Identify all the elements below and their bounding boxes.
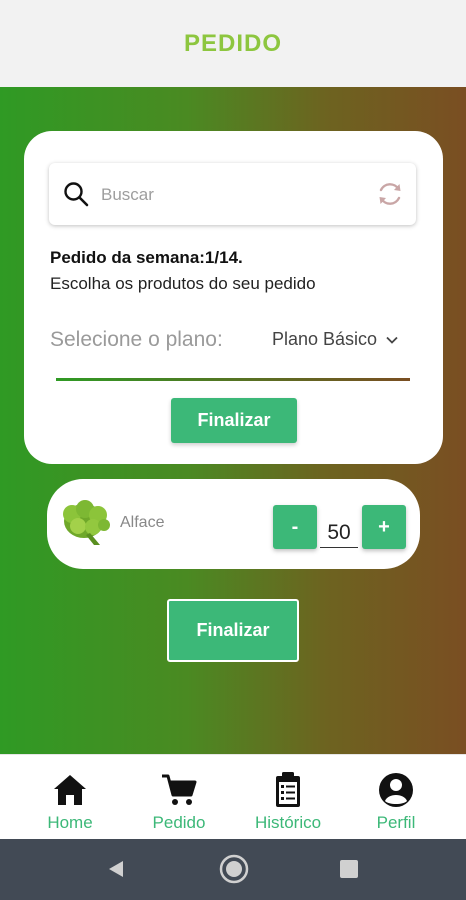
search-input[interactable] bbox=[99, 177, 373, 213]
plan-label: Selecione o plano: bbox=[50, 328, 223, 351]
nav-label-pedido: Pedido bbox=[152, 813, 206, 832]
app-header: PEDIDO bbox=[0, 0, 466, 88]
refresh-icon[interactable] bbox=[376, 180, 404, 208]
account-icon bbox=[379, 773, 413, 807]
nav-label-home: Home bbox=[47, 813, 93, 832]
decrease-quantity-button[interactable]: - bbox=[273, 505, 317, 549]
nav-item-pedido[interactable]: Pedido bbox=[134, 771, 224, 833]
plan-selected-value: Plano Básico bbox=[272, 329, 378, 349]
chevron-down-icon bbox=[386, 336, 398, 344]
product-item: Alface - 50 + bbox=[47, 479, 420, 569]
order-card: Pedido da semana:1/14. Escolha os produt… bbox=[24, 131, 443, 464]
quantity-field[interactable]: 50 bbox=[320, 521, 358, 548]
nav-item-home[interactable]: Home bbox=[25, 771, 115, 833]
card-finish-button[interactable]: Finalizar bbox=[171, 398, 297, 443]
weekly-order-text: Pedido da semana:1/14. bbox=[50, 248, 243, 267]
bottom-navigation: Home Pedido Histórico Perfil bbox=[0, 754, 466, 840]
instruction-text: Escolha os produtos do seu pedido bbox=[50, 274, 316, 293]
main-content: Pedido da semana:1/14. Escolha os produt… bbox=[0, 87, 466, 754]
nav-label-historico: Histórico bbox=[254, 813, 322, 832]
nav-item-historico[interactable]: Histórico bbox=[243, 771, 333, 833]
product-name: Alface bbox=[120, 514, 165, 531]
nav-item-perfil[interactable]: Perfil bbox=[351, 771, 441, 833]
plan-underline bbox=[56, 378, 410, 381]
recents-icon[interactable] bbox=[339, 859, 359, 879]
finish-order-button[interactable]: Finalizar bbox=[167, 599, 299, 662]
back-icon[interactable] bbox=[106, 859, 126, 879]
search-bar[interactable] bbox=[49, 163, 416, 225]
clipboard-icon bbox=[276, 772, 300, 807]
increase-quantity-button[interactable]: + bbox=[362, 505, 406, 549]
home-circle-icon[interactable] bbox=[218, 853, 250, 885]
home-icon bbox=[54, 775, 86, 805]
page-title: PEDIDO bbox=[183, 29, 282, 57]
plan-dropdown[interactable]: Plano Básico bbox=[272, 329, 399, 350]
cart-icon bbox=[162, 774, 197, 805]
search-icon bbox=[64, 182, 89, 207]
lettuce-image bbox=[63, 500, 110, 545]
system-navigation-bar bbox=[0, 839, 466, 900]
nav-label-perfil: Perfil bbox=[376, 813, 416, 832]
